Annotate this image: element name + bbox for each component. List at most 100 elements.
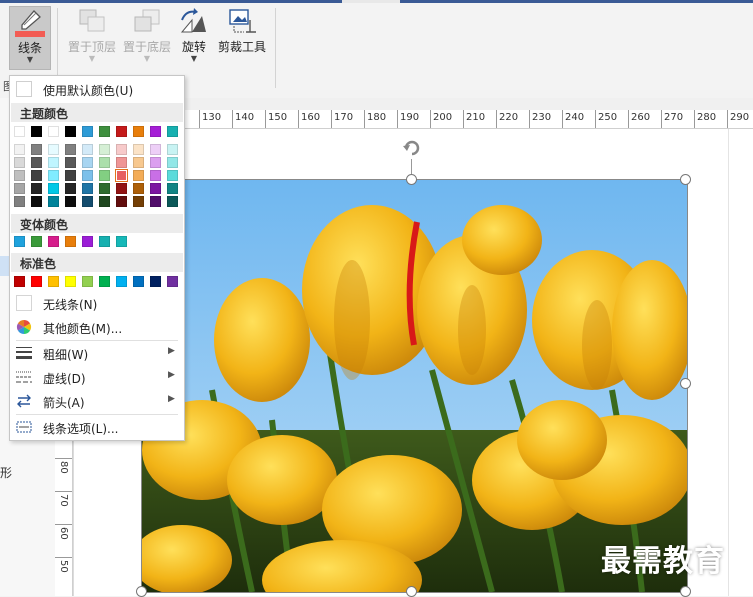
variant-color-swatch[interactable] bbox=[65, 236, 76, 247]
theme-color-shade-swatch[interactable] bbox=[133, 196, 144, 207]
theme-color-shade-swatch[interactable] bbox=[115, 169, 128, 182]
theme-color-swatch[interactable] bbox=[116, 126, 127, 137]
theme-color-swatch[interactable] bbox=[99, 126, 110, 137]
theme-color-shade-swatch[interactable] bbox=[14, 170, 25, 181]
rotate-button[interactable]: 旋转 ▼ bbox=[176, 6, 212, 74]
theme-color-shade-swatch[interactable] bbox=[14, 196, 25, 207]
theme-color-swatch[interactable] bbox=[167, 126, 178, 137]
variant-color-swatch[interactable] bbox=[82, 236, 93, 247]
theme-color-swatch[interactable] bbox=[48, 126, 59, 137]
standard-color-swatch[interactable] bbox=[48, 276, 59, 287]
tulip-photo[interactable] bbox=[141, 179, 688, 593]
theme-color-swatch[interactable] bbox=[82, 126, 93, 137]
theme-color-shade-swatch[interactable] bbox=[31, 170, 42, 181]
theme-color-shade-swatch[interactable] bbox=[167, 196, 178, 207]
theme-color-shade-swatch[interactable] bbox=[65, 183, 76, 194]
theme-color-shade-swatch[interactable] bbox=[133, 144, 144, 155]
send-to-back-button[interactable]: 置于底层 ▼ bbox=[120, 6, 174, 74]
resize-handle-bottom-left[interactable] bbox=[136, 586, 147, 597]
theme-color-swatch[interactable] bbox=[31, 126, 42, 137]
theme-color-shade-swatch[interactable] bbox=[150, 196, 161, 207]
theme-color-shade-swatch[interactable] bbox=[65, 196, 76, 207]
menu-item-more-colors[interactable]: 其他颜色(M)... bbox=[10, 316, 184, 338]
theme-color-shade-swatch[interactable] bbox=[133, 183, 144, 194]
menu-item-line-options[interactable]: 线条选项(L)... bbox=[10, 416, 184, 438]
standard-color-swatch[interactable] bbox=[31, 276, 42, 287]
standard-color-swatch[interactable] bbox=[116, 276, 127, 287]
standard-color-swatch[interactable] bbox=[82, 276, 93, 287]
menu-item-no-line[interactable]: 无线条(N) bbox=[10, 292, 184, 314]
theme-color-shade-swatch[interactable] bbox=[150, 144, 161, 155]
standard-color-swatch[interactable] bbox=[150, 276, 161, 287]
resize-handle-bottom-right[interactable] bbox=[680, 586, 691, 597]
theme-color-shade-swatch[interactable] bbox=[82, 157, 93, 168]
variant-color-swatch[interactable] bbox=[14, 236, 25, 247]
theme-color-shade-swatch[interactable] bbox=[14, 144, 25, 155]
theme-color-shade-swatch[interactable] bbox=[133, 157, 144, 168]
theme-color-shade-swatch[interactable] bbox=[82, 196, 93, 207]
bring-to-front-button[interactable]: 置于顶层 ▼ bbox=[65, 6, 119, 74]
theme-color-shade-swatch[interactable] bbox=[31, 157, 42, 168]
standard-color-swatch[interactable] bbox=[99, 276, 110, 287]
ruler-tick: 80 bbox=[55, 458, 72, 474]
variant-color-swatch[interactable] bbox=[116, 236, 127, 247]
theme-color-shade-swatch[interactable] bbox=[14, 183, 25, 194]
theme-color-shade-swatch[interactable] bbox=[65, 144, 76, 155]
theme-color-shade-swatch[interactable] bbox=[150, 183, 161, 194]
theme-color-shade-swatch[interactable] bbox=[82, 170, 93, 181]
theme-color-shade-swatch[interactable] bbox=[99, 170, 110, 181]
theme-color-shade-swatch[interactable] bbox=[31, 144, 42, 155]
theme-color-shade-swatch[interactable] bbox=[99, 196, 110, 207]
theme-color-shade-swatch[interactable] bbox=[116, 144, 127, 155]
resize-handle-top[interactable] bbox=[406, 174, 417, 185]
theme-color-shade-swatch[interactable] bbox=[116, 183, 127, 194]
crop-tool-label: 剪裁工具 bbox=[217, 40, 266, 54]
resize-handle-bottom[interactable] bbox=[406, 586, 417, 597]
theme-color-swatch[interactable] bbox=[65, 126, 76, 137]
theme-color-shade-swatch[interactable] bbox=[48, 183, 59, 194]
theme-color-shade-swatch[interactable] bbox=[150, 157, 161, 168]
theme-color-shade-swatch[interactable] bbox=[65, 170, 76, 181]
theme-color-shade-swatch[interactable] bbox=[65, 157, 76, 168]
theme-color-shade-swatch[interactable] bbox=[48, 170, 59, 181]
variant-color-swatch[interactable] bbox=[48, 236, 59, 247]
standard-color-swatch[interactable] bbox=[65, 276, 76, 287]
theme-color-swatch[interactable] bbox=[150, 126, 161, 137]
standard-color-swatch[interactable] bbox=[167, 276, 178, 287]
theme-color-shade-swatch[interactable] bbox=[82, 183, 93, 194]
variant-color-swatch[interactable] bbox=[31, 236, 42, 247]
theme-color-shade-swatch[interactable] bbox=[99, 144, 110, 155]
theme-color-shade-swatch[interactable] bbox=[99, 157, 110, 168]
resize-handle-top-right[interactable] bbox=[680, 174, 691, 185]
theme-color-shade-swatch[interactable] bbox=[99, 183, 110, 194]
theme-color-shade-swatch[interactable] bbox=[31, 196, 42, 207]
theme-color-shade-swatch[interactable] bbox=[167, 170, 178, 181]
theme-color-shade-swatch[interactable] bbox=[167, 144, 178, 155]
menu-item-arrows[interactable]: 箭头(A) ▶ bbox=[10, 390, 184, 412]
theme-color-shade-swatch[interactable] bbox=[82, 144, 93, 155]
theme-color-shade-swatch[interactable] bbox=[167, 157, 178, 168]
theme-color-shade-swatch[interactable] bbox=[150, 170, 161, 181]
theme-color-shade-swatch[interactable] bbox=[116, 157, 127, 168]
theme-color-swatch[interactable] bbox=[14, 126, 25, 137]
left-panel-shape-label: 形 bbox=[0, 466, 13, 480]
rotate-handle[interactable] bbox=[401, 137, 423, 159]
theme-color-swatch[interactable] bbox=[133, 126, 144, 137]
standard-color-swatch[interactable] bbox=[14, 276, 25, 287]
theme-color-shade-swatch[interactable] bbox=[14, 157, 25, 168]
menu-item-dashes[interactable]: 虚线(D) ▶ bbox=[10, 366, 184, 388]
theme-color-shade-swatch[interactable] bbox=[48, 144, 59, 155]
menu-item-weight[interactable]: 粗细(W) ▶ bbox=[10, 342, 184, 364]
theme-color-shade-swatch[interactable] bbox=[167, 183, 178, 194]
resize-handle-right[interactable] bbox=[680, 378, 691, 389]
line-button[interactable]: 线条 ▼ bbox=[9, 6, 51, 70]
theme-color-shade-swatch[interactable] bbox=[31, 183, 42, 194]
theme-color-shade-swatch[interactable] bbox=[133, 170, 144, 181]
theme-color-shade-swatch[interactable] bbox=[116, 196, 127, 207]
variant-color-swatch[interactable] bbox=[99, 236, 110, 247]
theme-color-shade-swatch[interactable] bbox=[48, 196, 59, 207]
standard-color-swatch[interactable] bbox=[133, 276, 144, 287]
menu-item-use-default[interactable]: 使用默认颜色(U) bbox=[10, 78, 184, 100]
crop-tool-button[interactable]: 剪裁工具 bbox=[216, 6, 268, 74]
theme-color-shade-swatch[interactable] bbox=[48, 157, 59, 168]
